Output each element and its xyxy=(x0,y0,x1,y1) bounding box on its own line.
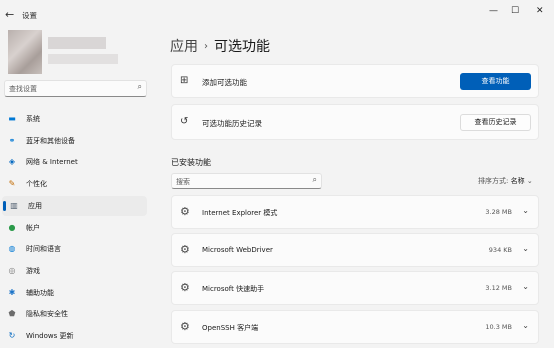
sidebar-item-bluetooth[interactable]: ⚭ 蓝牙和其他设备 xyxy=(0,131,150,151)
account-name-blurred xyxy=(48,37,106,49)
apps-icon: ▥ xyxy=(10,201,18,210)
sidebar-item-label: 隐私和安全性 xyxy=(26,310,68,318)
gamepad-icon: ◎ xyxy=(8,266,16,275)
add-feature-icon: ⊞ xyxy=(180,75,189,86)
account-email-blurred xyxy=(48,54,118,64)
sidebar-item-update[interactable]: ↻ Windows 更新 xyxy=(0,326,150,346)
features-search-placeholder: 搜索 xyxy=(176,178,190,186)
feature-name: Internet Explorer 模式 xyxy=(202,209,278,217)
breadcrumb: 应用 › 可选功能 xyxy=(170,36,270,56)
features-search-input[interactable]: 搜索 ⌕ xyxy=(171,173,322,189)
sidebar-item-monitor[interactable]: ▬ 系统 xyxy=(0,109,150,129)
feature-name: Microsoft WebDriver xyxy=(202,246,273,254)
sidebar-item-brush[interactable]: ✎ 个性化 xyxy=(0,174,150,194)
sort-value: 名称 xyxy=(510,177,525,185)
breadcrumb-parent[interactable]: 应用 xyxy=(170,39,198,55)
sort-label: 排序方式: xyxy=(478,177,509,185)
sidebar-item-apps[interactable]: ▥ 应用 xyxy=(2,196,147,216)
feature-size: 10.3 MB xyxy=(485,323,512,331)
account-icon: ● xyxy=(8,223,16,232)
selection-indicator xyxy=(3,201,6,211)
window-title: 设置 xyxy=(22,11,37,20)
history-card: ↺ 可选功能历史记录 查看历史记录 xyxy=(171,104,539,140)
sidebar-item-label: 游戏 xyxy=(26,267,40,275)
search-icon[interactable]: ⌕ xyxy=(138,82,142,92)
feature-row[interactable]: ⚙ Microsoft 快速助手 3.12 MB ⌄ xyxy=(171,271,539,305)
breadcrumb-separator-icon: › xyxy=(204,41,208,52)
feature-size: 934 KB xyxy=(488,246,512,254)
view-history-button[interactable]: 查看历史记录 xyxy=(460,114,531,131)
feature-name: OpenSSH 客户端 xyxy=(202,324,259,332)
sidebar-item-wifi[interactable]: ◈ 网络 & Internet xyxy=(0,152,150,172)
sidebar-item-gamepad[interactable]: ◎ 游戏 xyxy=(0,261,150,281)
sidebar-item-label: 时间和语言 xyxy=(26,245,61,253)
brush-icon: ✎ xyxy=(8,179,16,188)
history-icon: ↺ xyxy=(180,116,189,127)
sidebar-item-account[interactable]: ● 帐户 xyxy=(0,218,150,238)
sidebar-item-label: 网络 & Internet xyxy=(26,158,78,166)
maximize-icon[interactable]: ☐ xyxy=(511,5,519,17)
feature-name: Microsoft 快速助手 xyxy=(202,285,265,293)
page-title: 可选功能 xyxy=(214,39,270,55)
update-icon: ↻ xyxy=(8,331,16,340)
sidebar-item-globe[interactable]: ◍ 时间和语言 xyxy=(0,239,150,259)
feature-row[interactable]: ⚙ OpenSSH 客户端 10.3 MB ⌄ xyxy=(171,310,539,344)
chevron-down-icon[interactable]: ⌄ xyxy=(522,206,529,215)
chevron-down-icon[interactable]: ⌄ xyxy=(522,282,529,291)
sidebar-item-label: 应用 xyxy=(28,202,42,210)
sidebar-item-label: 个性化 xyxy=(26,180,47,188)
sidebar-item-shield[interactable]: ⬟ 隐私和安全性 xyxy=(0,304,150,324)
settings-search-placeholder: 查找设置 xyxy=(9,85,37,93)
sort-dropdown[interactable]: 排序方式: 名称 ⌄ xyxy=(478,176,533,186)
wifi-icon: ◈ xyxy=(8,157,16,166)
view-features-button[interactable]: 查看功能 xyxy=(460,73,531,90)
title-bar: ← 设置 — ☐ ✕ xyxy=(0,0,554,32)
feature-gear-icon: ⚙ xyxy=(180,281,190,294)
sidebar-item-accessibility[interactable]: ✱ 辅助功能 xyxy=(0,283,150,303)
settings-search-input[interactable]: 查找设置 ⌕ xyxy=(4,80,147,97)
add-feature-label: 添加可选功能 xyxy=(202,78,247,87)
feature-size: 3.28 MB xyxy=(485,208,512,216)
minimize-icon[interactable]: — xyxy=(489,5,498,17)
globe-icon: ◍ xyxy=(8,244,16,253)
history-label: 可选功能历史记录 xyxy=(202,119,262,128)
monitor-icon: ▬ xyxy=(8,114,16,123)
back-arrow-icon[interactable]: ← xyxy=(5,8,14,21)
sidebar-item-label: Windows 更新 xyxy=(26,332,74,340)
bluetooth-icon: ⚭ xyxy=(8,136,16,145)
chevron-down-icon[interactable]: ⌄ xyxy=(522,321,529,330)
feature-gear-icon: ⚙ xyxy=(180,243,190,256)
close-icon[interactable]: ✕ xyxy=(536,5,544,17)
accessibility-icon: ✱ xyxy=(8,288,16,297)
sidebar-item-label: 系统 xyxy=(26,115,40,123)
chevron-down-icon[interactable]: ⌄ xyxy=(522,244,529,253)
sidebar-item-label: 帐户 xyxy=(26,224,40,232)
feature-row[interactable]: ⚙ Microsoft WebDriver 934 KB ⌄ xyxy=(171,233,539,267)
avatar[interactable] xyxy=(8,30,42,74)
chevron-down-icon: ⌄ xyxy=(526,177,533,185)
installed-features-title: 已安装功能 xyxy=(171,158,211,167)
feature-gear-icon: ⚙ xyxy=(180,205,190,218)
sidebar-item-label: 蓝牙和其他设备 xyxy=(26,137,75,145)
search-icon[interactable]: ⌕ xyxy=(313,175,317,185)
feature-size: 3.12 MB xyxy=(485,284,512,292)
shield-icon: ⬟ xyxy=(8,309,16,318)
sidebar-item-label: 辅助功能 xyxy=(26,289,54,297)
feature-row[interactable]: ⚙ Internet Explorer 模式 3.28 MB ⌄ xyxy=(171,195,539,229)
feature-gear-icon: ⚙ xyxy=(180,320,190,333)
add-feature-card: ⊞ 添加可选功能 查看功能 xyxy=(171,64,539,98)
